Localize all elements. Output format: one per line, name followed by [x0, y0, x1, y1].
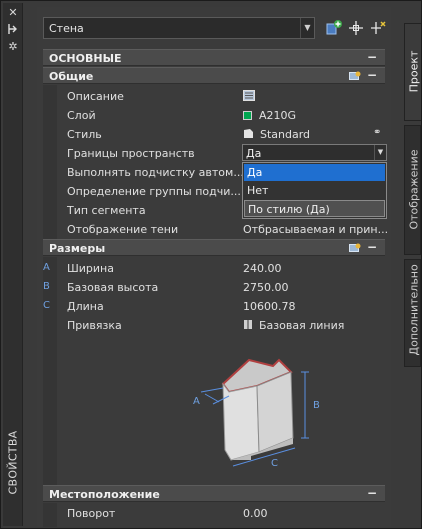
property-row-layer[interactable]: Слой A210G — [57, 106, 385, 125]
tab-extended-label: Дополнительно — [407, 264, 421, 356]
space-bounding-value: Да — [246, 147, 262, 160]
quick-select-icon[interactable] — [369, 19, 387, 37]
property-value: 10600.78 — [243, 300, 296, 313]
general-gutter — [43, 85, 57, 243]
property-label: Тип сегмента — [67, 204, 146, 217]
style-icon — [244, 129, 253, 138]
property-label: Поворот — [67, 507, 116, 520]
property-value: Отбрасываемая и прин... — [243, 223, 389, 236]
add-to-set-icon[interactable] — [325, 19, 343, 37]
chevron-down-icon[interactable]: ▼ — [300, 18, 314, 38]
location-gutter — [43, 503, 57, 527]
object-type-value: Стена — [49, 22, 84, 35]
properties-main: Стена ▼ ОСНОВНЫЕ − Общие − Описание Слой… — [37, 7, 391, 527]
tab-display[interactable]: Отображение — [404, 125, 421, 255]
section-settings-icon[interactable] — [349, 71, 361, 81]
property-row-justify[interactable]: Привязка Базовая линия — [57, 316, 385, 335]
collapse-icon[interactable]: − — [367, 68, 377, 82]
palette-title-bar[interactable]: ✕ ✲ СВОЙСТВА — [3, 3, 23, 526]
property-row-base-height[interactable]: B Базовая высота 2750.00 — [43, 278, 385, 297]
justify-icon — [244, 319, 252, 330]
layer-color-swatch — [243, 111, 252, 120]
property-row-rotation[interactable]: Поворот 0.00 — [57, 504, 385, 523]
chevron-down-icon[interactable]: ▼ — [374, 145, 386, 160]
gear-icon[interactable]: ✲ — [7, 41, 19, 53]
section-dimensions-title: Размеры — [49, 242, 106, 255]
palette-title: СВОЙСТВА — [6, 430, 20, 495]
property-row-width[interactable]: A Ширина 240.00 — [43, 259, 385, 278]
layer-value: A210G — [259, 109, 297, 122]
property-label: Стиль — [67, 128, 102, 141]
property-label: Привязка — [67, 319, 122, 332]
property-row-style[interactable]: Стиль Standard ⚭ — [57, 125, 385, 144]
collapse-icon[interactable]: − — [367, 240, 377, 254]
diagram-label-a: A — [193, 396, 200, 407]
property-value: Standard — [243, 128, 310, 141]
space-bounding-select[interactable]: Да ▼ — [242, 144, 387, 161]
style-picker-icon[interactable]: ⚭ — [373, 127, 381, 138]
property-row-description[interactable]: Описание — [57, 87, 385, 106]
dim-letter-a: A — [43, 262, 50, 273]
property-row-length[interactable]: C Длина 10600.78 — [43, 297, 385, 316]
dropdown-option-by-style[interactable]: По стилю (Да) — [244, 200, 385, 217]
dropdown-option-yes[interactable]: Да — [244, 164, 385, 181]
property-label: Длина — [67, 300, 104, 313]
section-general[interactable]: Общие − — [43, 67, 385, 84]
dim-letter-b: B — [43, 281, 50, 292]
dim-letter-c: C — [43, 300, 50, 311]
wall-dimensions-diagram: A B C — [193, 358, 320, 469]
close-icon[interactable]: ✕ — [7, 7, 19, 19]
section-location-title: Местоположение — [49, 488, 160, 501]
diagram-label-c: C — [271, 458, 278, 469]
property-label: Ширина — [67, 262, 114, 275]
section-dimensions[interactable]: Размеры − — [43, 239, 385, 256]
property-label: Отображение тени — [67, 223, 179, 236]
style-value: Standard — [260, 128, 311, 141]
properties-palette: ✕ ✲ СВОЙСТВА Стена ▼ ОСНОВНЫЕ − Общие − … — [0, 0, 422, 529]
property-value: 240.00 — [243, 262, 282, 275]
tab-design[interactable]: Проект — [404, 23, 421, 121]
section-location[interactable]: Местоположение − — [43, 485, 385, 502]
collapse-icon[interactable]: − — [367, 486, 377, 500]
collapse-icon[interactable]: − — [367, 50, 377, 64]
space-bounding-dropdown: Да Нет По стилю (Да) — [242, 162, 387, 219]
dropdown-option-no[interactable]: Нет — [244, 182, 385, 199]
object-type-select[interactable]: Стена ▼ — [43, 17, 315, 39]
property-label: Определение группы подчи... — [67, 185, 241, 198]
section-general-title: Общие — [49, 70, 94, 83]
property-label: Слой — [67, 109, 96, 122]
toolbar: Стена ▼ — [43, 17, 391, 41]
autohide-icon[interactable] — [7, 23, 19, 35]
property-row-shadow-display[interactable]: Отображение тени Отбрасываемая и прин... — [57, 220, 389, 239]
description-edit-icon[interactable] — [243, 90, 255, 104]
tab-display-label: Отображение — [407, 149, 421, 230]
section-settings-icon[interactable] — [349, 243, 361, 253]
property-value: A210G — [243, 109, 296, 122]
section-basic-title: ОСНОВНЫЕ — [49, 52, 122, 65]
justify-value: Базовая линия — [259, 319, 345, 332]
diagram-label-b: B — [313, 400, 320, 411]
property-value: 0.00 — [243, 507, 268, 520]
property-label: Базовая высота — [67, 281, 159, 294]
property-value: 2750.00 — [243, 281, 289, 294]
property-label: Описание — [67, 90, 124, 103]
property-value: Базовая линия — [243, 319, 344, 332]
property-label: Выполнять подчистку автом... — [67, 166, 243, 179]
property-label: Границы пространств — [67, 147, 195, 160]
tab-extended[interactable]: Дополнительно — [404, 259, 421, 367]
section-basic[interactable]: ОСНОВНЫЕ − — [43, 49, 385, 66]
tab-design-label: Проект — [407, 50, 421, 93]
select-objects-icon[interactable] — [347, 19, 365, 37]
